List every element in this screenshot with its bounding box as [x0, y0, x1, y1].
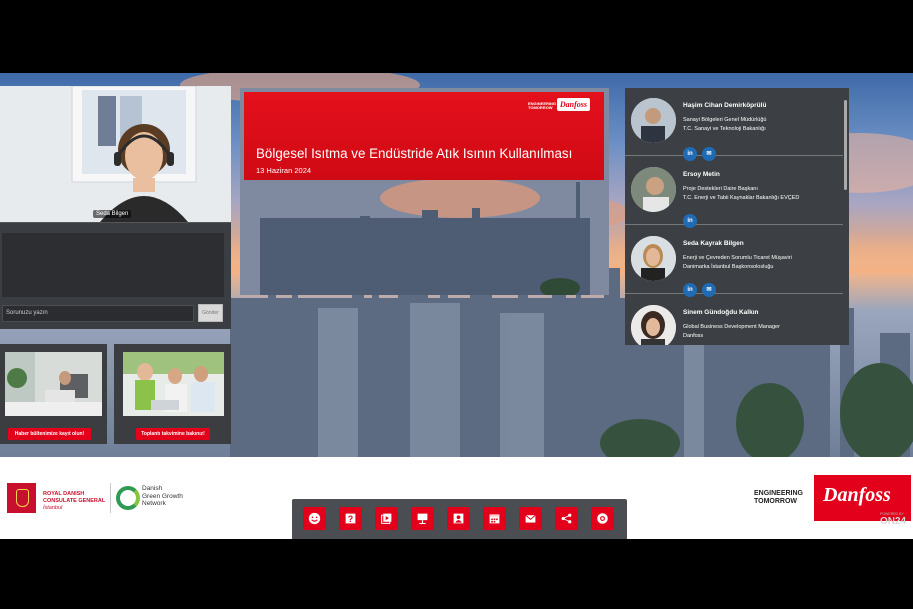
speaker-card: Ersoy Metin Proje Destekleri Daire Başka…: [625, 157, 843, 228]
presentation-icon[interactable]: [411, 507, 434, 530]
webcam-feed: Seda Bilgen: [0, 86, 231, 222]
speaker-card: Seda Kayrak Bilgen Enerji ve Çevreden So…: [625, 226, 843, 297]
slide-title-banner: ENGINEERING TOMORROW Danfoss Bölgesel Is…: [244, 92, 604, 180]
speaker-avatar: [631, 167, 676, 212]
smile-icon[interactable]: [303, 507, 326, 530]
slide-danfoss-logo: Danfoss: [556, 98, 590, 111]
speaker-card: Sinem Gündoğdu Kalkın Global Business De…: [625, 295, 843, 345]
question-input[interactable]: Sorunuzu yazın: [2, 305, 194, 322]
ring-logo-icon: [116, 486, 140, 510]
share-icon[interactable]: [555, 507, 578, 530]
newsletter-signup-button[interactable]: Haber bültenimize kayıt olun!: [8, 428, 91, 440]
svg-text:?: ?: [348, 514, 353, 524]
speaker-name: Sinem Gündoğdu Kalkın: [683, 309, 759, 316]
newsletter-photo: [5, 352, 102, 416]
send-button[interactable]: Gönder: [198, 304, 223, 322]
speaker-name: Ersoy Metin: [683, 171, 720, 178]
crest-icon: [7, 483, 36, 513]
help-icon[interactable]: ?: [339, 507, 362, 530]
speaker-name: Seda Kayrak Bilgen: [683, 240, 744, 247]
speaker-card: Haşim Cihan Demirköprülü Sanayi Bölgeler…: [625, 88, 843, 161]
slide-date: 13 Haziran 2024: [256, 166, 312, 175]
widget-toolbar: ?: [292, 499, 627, 539]
slide-title: Bölgesel Isıtma ve Endüstride Atık Isını…: [256, 146, 573, 161]
slide-engineering-tomorrow: ENGINEERING TOMORROW: [527, 101, 556, 110]
speaker-avatar: [631, 236, 676, 281]
support-icon[interactable]: [591, 507, 614, 530]
speakers-scrollbar[interactable]: [844, 100, 847, 190]
logo-divider: [110, 483, 111, 513]
participant-name-tag: Seda Bilgen: [93, 210, 132, 218]
meeting-photo: [123, 352, 224, 416]
speaker-role: Proje Destekleri Daire Başkanı T.C. Ener…: [683, 186, 800, 201]
speaker-avatar: [631, 305, 676, 345]
email-icon[interactable]: [519, 507, 542, 530]
person-icon[interactable]: [447, 507, 470, 530]
meeting-calendar-button[interactable]: Toplantı takvimine bakınız!: [136, 428, 210, 440]
calendar-promo-card[interactable]: Toplantı takvimine bakınız!: [114, 344, 231, 444]
chat-panel: Sorunuzu yazın Gönder: [0, 222, 231, 329]
speaker-name: Haşim Cihan Demirköprülü: [683, 102, 767, 109]
speaker-role: Enerji ve Çevreden Sorumlu Ticaret Müşav…: [683, 255, 792, 270]
media-icon[interactable]: [375, 507, 398, 530]
speaker-role: Global Business Development Manager Danf…: [683, 324, 780, 339]
chat-log: [2, 233, 224, 297]
speaker-role: Sanayi Bölgeleri Genel Müdürlüğü T.C. Sa…: [683, 117, 767, 132]
event-console: Seda Bilgen Sorunuzu yazın Gönder Haber …: [0, 0, 913, 609]
speaker-avatar: [631, 98, 676, 143]
engineering-tomorrow-tagline: ENGINEERING TOMORROW: [754, 490, 804, 505]
calendar-icon[interactable]: [483, 507, 506, 530]
speakers-panel: Haşim Cihan Demirköprülü Sanayi Bölgeler…: [625, 88, 849, 345]
on24-logo: ON24: [880, 516, 907, 527]
presentation-slide: ENGINEERING TOMORROW Danfoss Bölgesel Is…: [240, 88, 609, 295]
newsletter-promo-card[interactable]: Haber bültenimize kayıt olun!: [0, 344, 107, 444]
